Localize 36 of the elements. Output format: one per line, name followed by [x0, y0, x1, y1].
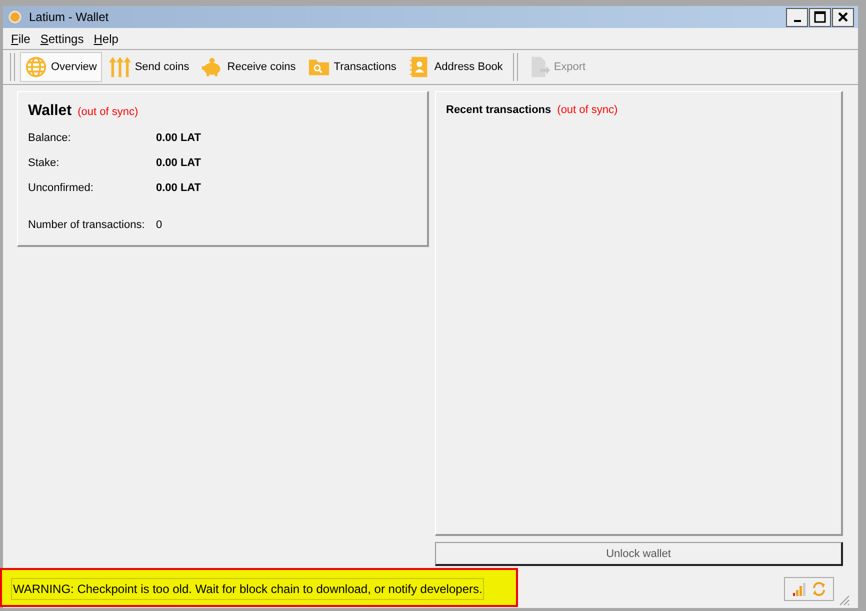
field-label: Balance:	[28, 132, 72, 144]
warning-message: WARNING: Checkpoint is too old. Wait for block chain to download, or notify developers.	[11, 578, 484, 600]
minimize-icon	[794, 20, 800, 22]
menu-item[interactable]: Help	[94, 32, 118, 46]
address-book-icon	[408, 56, 430, 78]
signal-bars-icon	[791, 581, 807, 597]
toolbar-button[interactable]: Transactions	[302, 52, 402, 82]
coin-icon	[7, 9, 23, 25]
sync-icon	[811, 581, 827, 597]
menu-item[interactable]: File	[11, 32, 30, 46]
arrows-up-icon	[108, 56, 131, 78]
menu-item[interactable]: Settings	[40, 32, 84, 46]
toolbar-button[interactable]: Address Book	[403, 52, 508, 82]
amount-value: 0.00 LAT	[156, 182, 202, 194]
maximize-icon	[813, 10, 827, 24]
field-label: Unconfirmed:	[28, 182, 94, 194]
maximize-button[interactable]	[809, 8, 831, 26]
sync-status: (out of sync)	[78, 106, 138, 118]
sync-status: (out of sync)	[557, 104, 618, 116]
count-value: 0	[156, 218, 162, 230]
toolbar-button[interactable]: Send coins	[104, 52, 194, 82]
amount-value: 0.00 LAT	[156, 156, 202, 168]
panel-title: Wallet	[28, 102, 72, 119]
field-label: Stake:	[28, 156, 60, 168]
toolbar-button[interactable]: Receive coins	[196, 52, 301, 82]
toolbar-button[interactable]: Overview	[20, 52, 102, 82]
minimize-button[interactable]	[786, 8, 808, 26]
window-title: Latium - Wallet	[29, 10, 110, 24]
unlock-wallet-button[interactable]: Unlock wallet	[435, 542, 843, 566]
panel-title: Recent transactions	[446, 104, 552, 116]
close-icon	[836, 10, 850, 24]
resize-grip-icon	[838, 594, 850, 606]
amount-value: 0.00 LAT	[156, 132, 202, 144]
globe-icon	[25, 56, 47, 78]
field-label: Number of transactions:	[28, 218, 146, 230]
close-button[interactable]	[832, 8, 854, 26]
